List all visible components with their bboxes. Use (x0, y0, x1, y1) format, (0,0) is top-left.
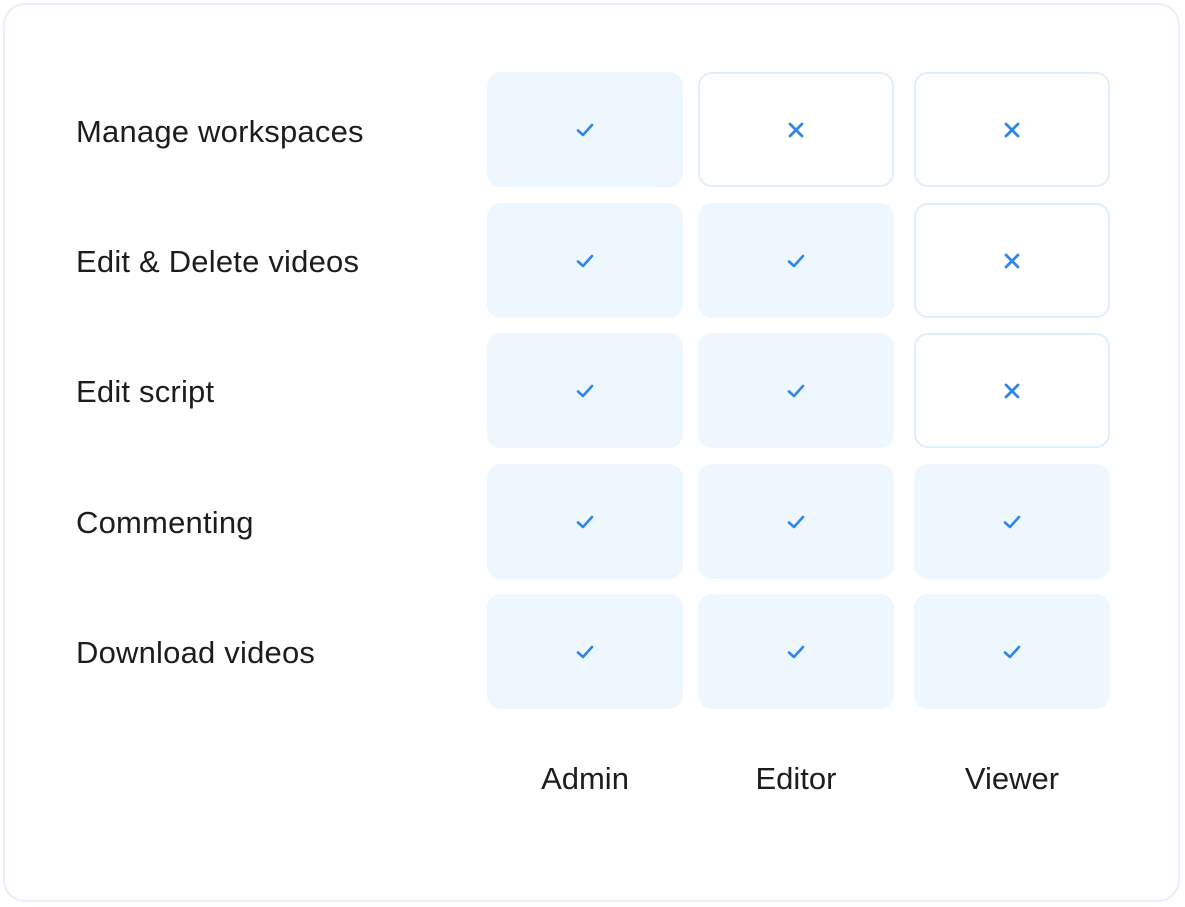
row-label-download-videos: Download videos (76, 635, 316, 670)
check-icon (1002, 514, 1022, 530)
row-label-commenting: Commenting (76, 505, 254, 540)
row-label-edit-delete-videos: Edit & Delete videos (76, 244, 360, 279)
check-icon (1002, 644, 1022, 660)
cross-icon (787, 121, 805, 139)
check-icon (786, 253, 806, 269)
permission-cell-viewer (914, 333, 1110, 448)
row-label-manage-workspaces: Manage workspaces (76, 114, 364, 149)
cross-icon (1003, 121, 1021, 139)
check-icon (786, 644, 806, 660)
permission-cell-viewer (914, 203, 1110, 318)
permission-cell-admin (487, 333, 683, 448)
permission-cell-viewer (914, 594, 1110, 709)
column-label-admin: Admin (541, 761, 629, 796)
permission-cell-admin (487, 594, 683, 709)
check-icon (575, 383, 595, 399)
column-label-editor: Editor (755, 761, 837, 796)
row-label-edit-script: Edit script (76, 374, 215, 409)
cross-icon (1003, 252, 1021, 270)
check-icon (786, 383, 806, 399)
check-icon (575, 644, 595, 660)
permission-cell-admin (487, 203, 683, 318)
check-icon (575, 253, 595, 269)
permission-cell-editor (698, 203, 894, 318)
permission-cell-editor (698, 72, 894, 187)
permission-cell-editor (698, 464, 894, 579)
permission-cell-viewer (914, 72, 1110, 187)
check-icon (786, 514, 806, 530)
permission-cell-admin (487, 464, 683, 579)
column-label-viewer: Viewer (964, 761, 1060, 796)
permission-cell-editor (698, 594, 894, 709)
permission-cell-viewer (914, 464, 1110, 579)
check-icon (575, 514, 595, 530)
cross-icon (1003, 382, 1021, 400)
check-icon (575, 122, 595, 138)
permission-cell-admin (487, 72, 683, 187)
permission-cell-editor (698, 333, 894, 448)
